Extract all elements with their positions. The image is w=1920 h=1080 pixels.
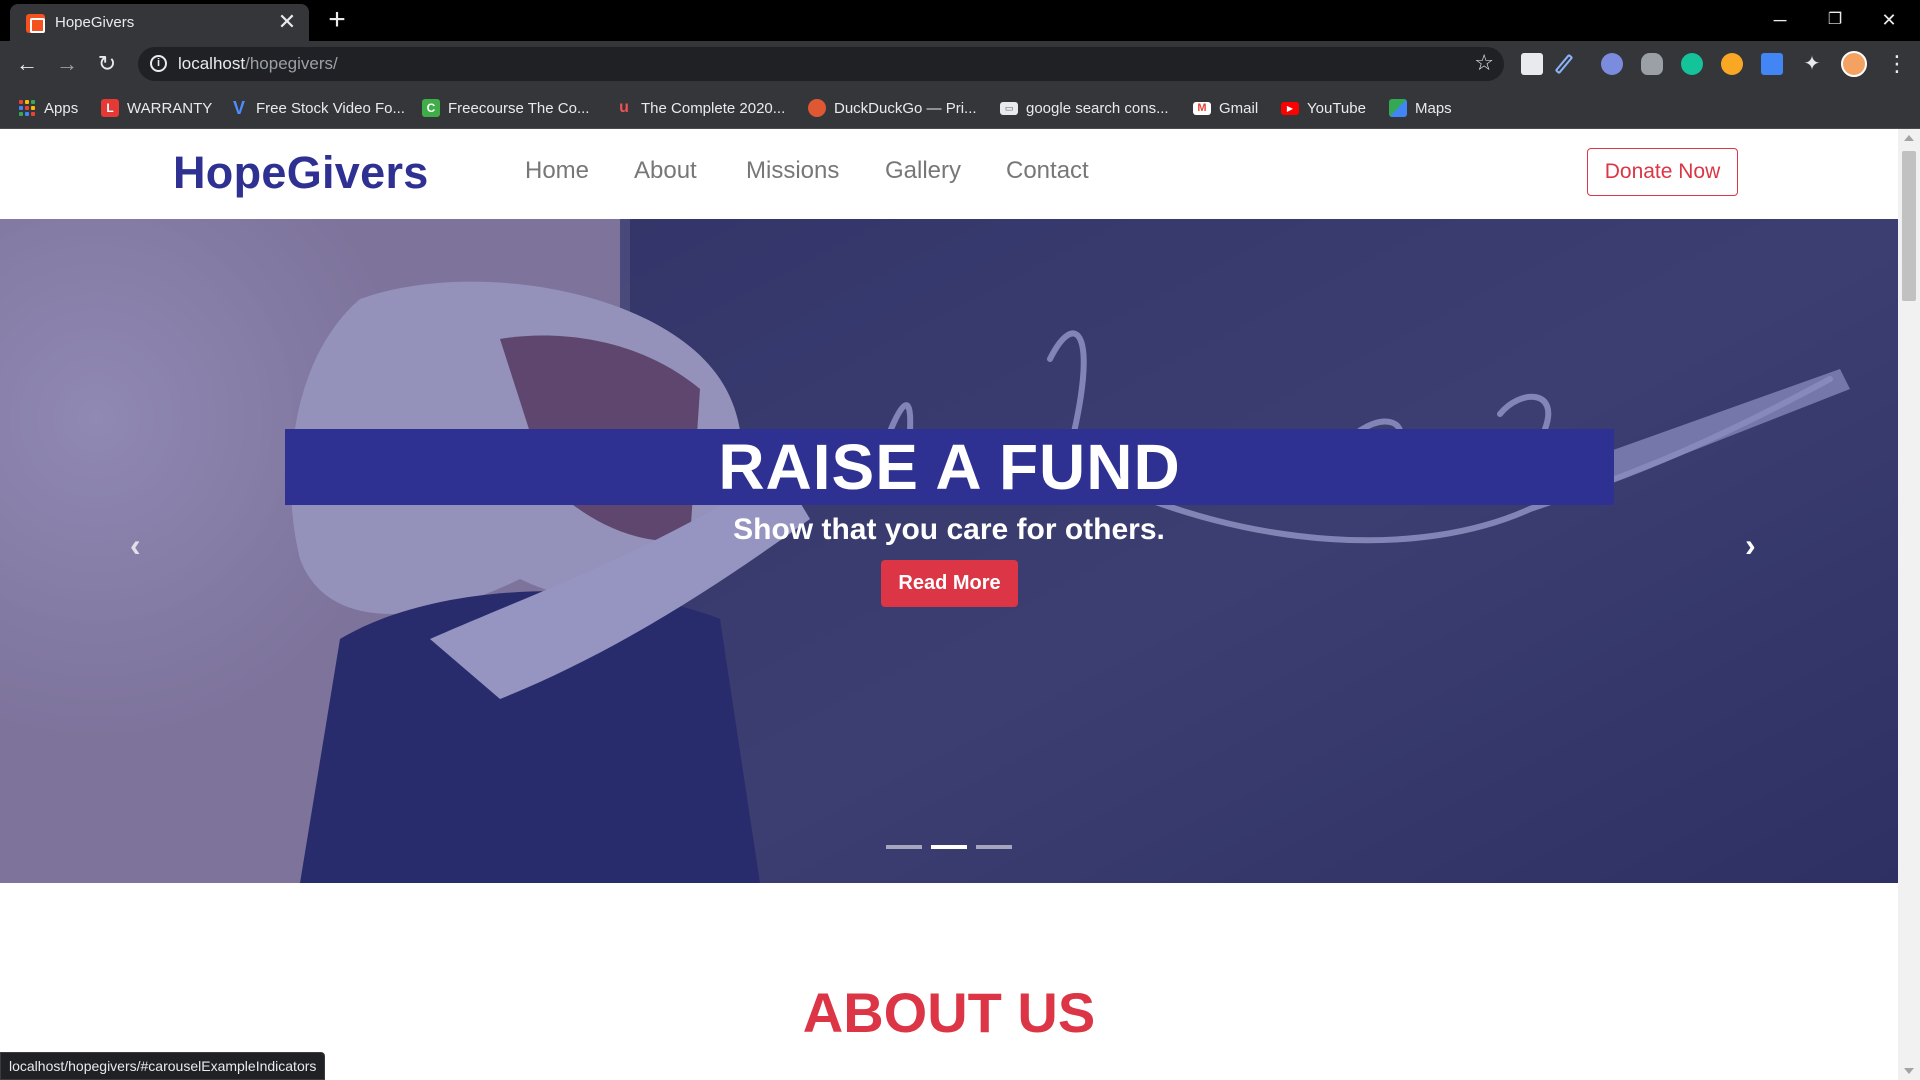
nav-link-missions[interactable]: Missions (746, 157, 839, 185)
extension-pen-icon[interactable] (1554, 53, 1574, 75)
nav-link-contact[interactable]: Contact (1006, 157, 1089, 185)
youtube-icon: ▶ (1281, 101, 1299, 115)
bookmark-youtube[interactable]: ▶ YouTube (1281, 87, 1366, 129)
site-info-icon[interactable]: i (150, 55, 167, 72)
read-more-button[interactable]: Read More (881, 560, 1018, 607)
bookmark-maps[interactable]: Maps (1389, 87, 1452, 129)
carousel-indicator-1[interactable] (886, 845, 922, 849)
back-icon[interactable]: ← (12, 49, 42, 79)
new-tab-button[interactable]: + (322, 5, 352, 35)
carousel-next-icon[interactable]: › (1745, 527, 1756, 564)
xampp-favicon-icon (26, 14, 45, 33)
l-icon: L (101, 99, 119, 117)
browser-tab-strip: HopeGivers ✕ + ─ ❐ ✕ (0, 0, 1920, 41)
bookmark-apps[interactable]: Apps (18, 87, 78, 129)
scrollbar-thumb[interactable] (1902, 151, 1916, 301)
apps-grid-icon (18, 99, 36, 117)
minimize-window-icon[interactable]: ─ (1757, 0, 1803, 40)
bookmark-complete-2020[interactable]: u The Complete 2020... (615, 87, 785, 129)
bookmark-warranty[interactable]: L WARRANTY (101, 87, 212, 129)
hero-title: RAISE A FUND (718, 431, 1181, 503)
browser-menu-icon[interactable]: ⋮ (1886, 50, 1908, 78)
address-url[interactable]: localhost/hopegivers/ (178, 54, 338, 74)
bookmark-freecourse[interactable]: C Freecourse The Co... (422, 87, 589, 129)
nav-link-about[interactable]: About (634, 157, 697, 185)
search-console-icon: ▭ (1000, 101, 1018, 115)
carousel-indicator-2[interactable] (931, 845, 967, 849)
tab-title: HopeGivers (55, 14, 135, 31)
bookmark-gmail[interactable]: M Gmail (1193, 87, 1258, 129)
bookmark-free-stock-video[interactable]: V Free Stock Video Fo... (230, 87, 405, 129)
carousel-prev-icon[interactable]: ‹ (130, 527, 141, 564)
extension-t-icon[interactable] (1521, 53, 1543, 75)
freecourse-icon: C (422, 99, 440, 117)
v-icon: V (232, 98, 245, 118)
reload-icon[interactable]: ↻ (92, 49, 122, 79)
extensions-puzzle-icon[interactable]: ✦ (1801, 53, 1823, 75)
bookmarks-bar: Apps L WARRANTY V Free Stock Video Fo...… (0, 87, 1920, 129)
maps-icon (1389, 99, 1407, 117)
extension-moon-icon[interactable] (1721, 53, 1743, 75)
scroll-down-arrow-icon[interactable] (1904, 1068, 1914, 1074)
carousel-indicator-3[interactable] (976, 845, 1012, 849)
grammarly-icon[interactable] (1681, 53, 1703, 75)
google-translate-icon[interactable] (1761, 53, 1783, 75)
hero-carousel: RAISE A FUND Show that you care for othe… (0, 219, 1898, 883)
nav-link-home[interactable]: Home (525, 157, 589, 185)
tab-close-icon[interactable]: ✕ (275, 10, 299, 34)
donate-now-button[interactable]: Donate Now (1587, 148, 1738, 196)
forward-icon[interactable]: → (52, 49, 82, 79)
extension-cloud-icon[interactable] (1641, 53, 1663, 75)
gmail-icon: M (1193, 101, 1211, 115)
extension-globe-icon[interactable] (1601, 53, 1623, 75)
bookmark-duckduckgo[interactable]: DuckDuckGo — Pri... (808, 87, 977, 129)
profile-avatar[interactable] (1841, 51, 1867, 77)
web-page: HopeGivers Home About Missions Gallery C… (0, 129, 1898, 1080)
page-scrollbar[interactable] (1898, 129, 1920, 1080)
link-status-bar: localhost/hopegivers/#carouselExampleInd… (0, 1052, 326, 1080)
duckduckgo-icon (808, 99, 826, 117)
bookmark-star-icon[interactable]: ☆ (1474, 50, 1494, 76)
site-logo[interactable]: HopeGivers (173, 147, 429, 199)
hero-color-overlay (0, 219, 1898, 883)
close-window-icon[interactable]: ✕ (1866, 0, 1912, 40)
browser-toolbar: ← → ↻ i localhost/hopegivers/ ☆ ✦ ⋮ (0, 41, 1920, 87)
about-us-heading: ABOUT US (802, 981, 1096, 1044)
bookmark-google-search-console[interactable]: ▭ google search cons... (1000, 87, 1169, 129)
nav-link-gallery[interactable]: Gallery (885, 157, 961, 185)
restore-window-icon[interactable]: ❐ (1812, 0, 1858, 40)
scroll-up-arrow-icon[interactable] (1904, 135, 1914, 141)
hero-subtitle: Show that you care for others. (733, 513, 1165, 546)
site-navbar: HopeGivers Home About Missions Gallery C… (0, 129, 1898, 219)
address-bar[interactable]: i localhost/hopegivers/ ☆ (138, 47, 1504, 81)
udemy-icon: u (619, 99, 629, 116)
browser-tab[interactable]: HopeGivers ✕ (10, 4, 309, 41)
